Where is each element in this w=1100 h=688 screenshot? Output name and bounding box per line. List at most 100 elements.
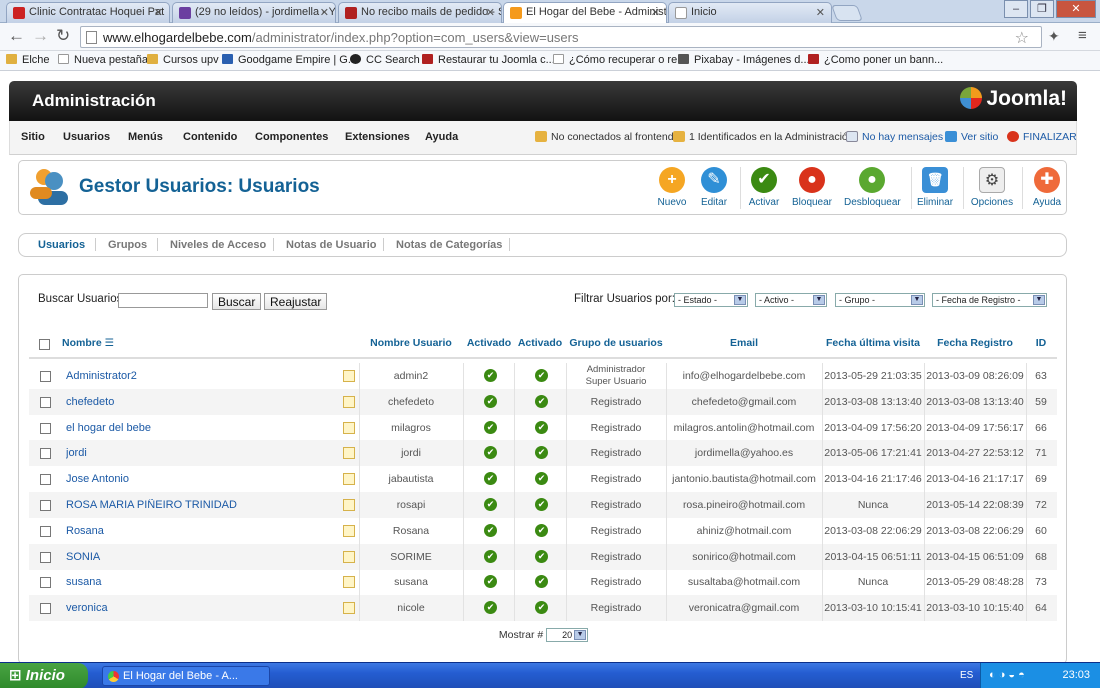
delete-button[interactable]: 🗑 Eliminar (912, 167, 958, 208)
column-header-email[interactable]: Email (666, 337, 822, 349)
enabled-check-icon[interactable]: ✔ (484, 394, 497, 408)
column-header-name[interactable]: Nombre ☰ (62, 337, 114, 349)
browser-tab[interactable]: Inicio ✕ (668, 2, 832, 23)
view-site-link[interactable]: Ver sitio (961, 131, 998, 143)
reload-icon[interactable]: ↻ (56, 27, 70, 45)
activated-check-icon[interactable]: ✔ (535, 549, 548, 563)
tray-icons[interactable]: ◐ ◑ ◒ ◓ (989, 669, 1025, 681)
row-checkbox[interactable] (40, 448, 51, 460)
enabled-check-icon[interactable]: ✔ (484, 420, 497, 434)
menu-extensiones[interactable]: Extensiones (345, 131, 410, 143)
row-checkbox[interactable] (40, 474, 51, 486)
browser-tab[interactable]: No recibo mails de pedido - S ✕ (338, 2, 502, 23)
status-logout[interactable]: FINALIZAR (1007, 131, 1077, 143)
tab-grupos[interactable]: Grupos (108, 239, 147, 251)
browser-tab[interactable]: (29 no leídos) - jordimella - Y ✕ (172, 2, 336, 23)
menu-componentes[interactable]: Componentes (255, 131, 328, 143)
activated-check-icon[interactable]: ✔ (535, 575, 548, 589)
bookmark-item[interactable]: Cursos upv (147, 54, 219, 66)
add-note-icon[interactable] (343, 395, 355, 408)
url-input[interactable]: www.elhogardelbebe.com/administrator/ind… (80, 26, 1042, 48)
bookmark-item[interactable]: Goodgame Empire | G... (222, 54, 357, 66)
status-messages[interactable]: No hay mensajes (846, 131, 943, 143)
tab-notas-categorias[interactable]: Notas de Categorías (396, 239, 502, 251)
add-note-icon[interactable] (343, 524, 355, 537)
bookmark-item[interactable]: ¿Como poner un bann... (808, 54, 943, 66)
user-name-link[interactable]: jordi (66, 447, 336, 459)
user-name-link[interactable]: chefedeto (66, 396, 336, 408)
maximize-button[interactable]: ❐ (1030, 0, 1054, 18)
enabled-check-icon[interactable]: ✔ (484, 575, 497, 589)
row-checkbox[interactable] (40, 577, 51, 589)
messages-link[interactable]: No hay mensajes (862, 131, 943, 143)
group-filter-select[interactable]: - Grupo - ▼ (835, 293, 925, 307)
activated-check-icon[interactable]: ✔ (535, 446, 548, 460)
activated-check-icon[interactable]: ✔ (535, 472, 548, 486)
minimize-button[interactable]: – (1004, 0, 1028, 18)
activated-check-icon[interactable]: ✔ (535, 498, 548, 511)
block-button[interactable]: ● Bloquear (789, 167, 835, 208)
close-icon[interactable]: ✕ (651, 6, 660, 19)
joomla-logo[interactable]: Joomla! (960, 87, 1067, 111)
bookmark-item[interactable]: Nueva pestaña (58, 54, 148, 66)
menu-menus[interactable]: Menús (128, 131, 163, 143)
menu-contenido[interactable]: Contenido (183, 131, 237, 143)
column-header-enabled[interactable]: Activado (463, 337, 515, 349)
help-button[interactable]: ✚ Ayuda (1024, 167, 1070, 208)
search-input[interactable] (118, 293, 208, 308)
active-filter-select[interactable]: - Activo - ▼ (755, 293, 827, 307)
column-header-id[interactable]: ID (1026, 337, 1056, 349)
close-window-button[interactable]: ✕ (1056, 0, 1096, 18)
new-button[interactable]: + Nuevo (649, 167, 695, 208)
tab-usuarios[interactable]: Usuarios (38, 239, 85, 251)
state-filter-select[interactable]: - Estado - ▼ (674, 293, 748, 307)
browser-tab-active[interactable]: El Hogar del Bebe - Administr ✕ (503, 2, 667, 24)
language-indicator[interactable]: ES (960, 670, 973, 681)
close-icon[interactable]: ✕ (816, 6, 825, 19)
taskbar-item-browser[interactable]: El Hogar del Bebe - A... (102, 666, 270, 686)
close-icon[interactable]: ✕ (320, 6, 329, 19)
enabled-check-icon[interactable]: ✔ (484, 549, 497, 563)
row-checkbox[interactable] (40, 422, 51, 434)
user-name-link[interactable]: SONIA (66, 551, 336, 563)
row-checkbox[interactable] (40, 371, 51, 382)
close-icon[interactable]: ✕ (486, 6, 495, 19)
limit-select[interactable]: 20 ▼ (546, 628, 589, 642)
activated-check-icon[interactable]: ✔ (535, 369, 548, 382)
edit-button[interactable]: ✎ Editar (691, 167, 737, 208)
add-note-icon[interactable] (343, 550, 355, 563)
enabled-check-icon[interactable]: ✔ (484, 446, 497, 460)
search-button[interactable]: Buscar (212, 293, 262, 310)
enabled-check-icon[interactable]: ✔ (484, 498, 497, 511)
user-name-link[interactable]: Administrator2 (66, 370, 336, 382)
column-header-registered[interactable]: Fecha Registro (924, 337, 1026, 349)
user-name-link[interactable]: Rosana (66, 525, 336, 537)
date-filter-select[interactable]: - Fecha de Registro - ▼ (932, 293, 1047, 307)
bookmark-item[interactable]: CC Search (350, 54, 420, 66)
menu-icon[interactable]: ≡ (1078, 27, 1087, 45)
row-checkbox[interactable] (40, 396, 51, 408)
bookmark-item[interactable]: ¿Cómo recuperar o re... (553, 54, 686, 66)
user-name-link[interactable]: ROSA MARIA PIÑEIRO TRINIDAD (66, 499, 336, 511)
enabled-check-icon[interactable]: ✔ (484, 523, 497, 537)
user-name-link[interactable]: Jose Antonio (66, 473, 336, 485)
row-checkbox[interactable] (40, 551, 51, 563)
close-icon[interactable]: ✕ (154, 6, 163, 19)
row-checkbox[interactable] (40, 603, 51, 615)
activated-check-icon[interactable]: ✔ (535, 420, 548, 434)
enabled-check-icon[interactable]: ✔ (484, 369, 497, 382)
extension-icon[interactable]: ✦ (1048, 27, 1060, 45)
column-header-activated[interactable]: Activado (514, 337, 566, 349)
status-view-site[interactable]: Ver sitio (945, 131, 998, 143)
logout-link[interactable]: FINALIZAR (1023, 131, 1077, 143)
menu-ayuda[interactable]: Ayuda (425, 131, 458, 143)
activate-button[interactable]: ✔ Activar (741, 167, 787, 208)
add-note-icon[interactable] (343, 421, 355, 434)
menu-usuarios[interactable]: Usuarios (63, 131, 110, 143)
enabled-check-icon[interactable]: ✔ (484, 472, 497, 486)
tab-niveles-acceso[interactable]: Niveles de Acceso (170, 239, 266, 251)
select-all-checkbox[interactable] (39, 339, 50, 350)
unblock-button[interactable]: ● Desbloquear (844, 167, 901, 208)
add-note-icon[interactable] (343, 473, 355, 486)
activated-check-icon[interactable]: ✔ (535, 394, 548, 408)
